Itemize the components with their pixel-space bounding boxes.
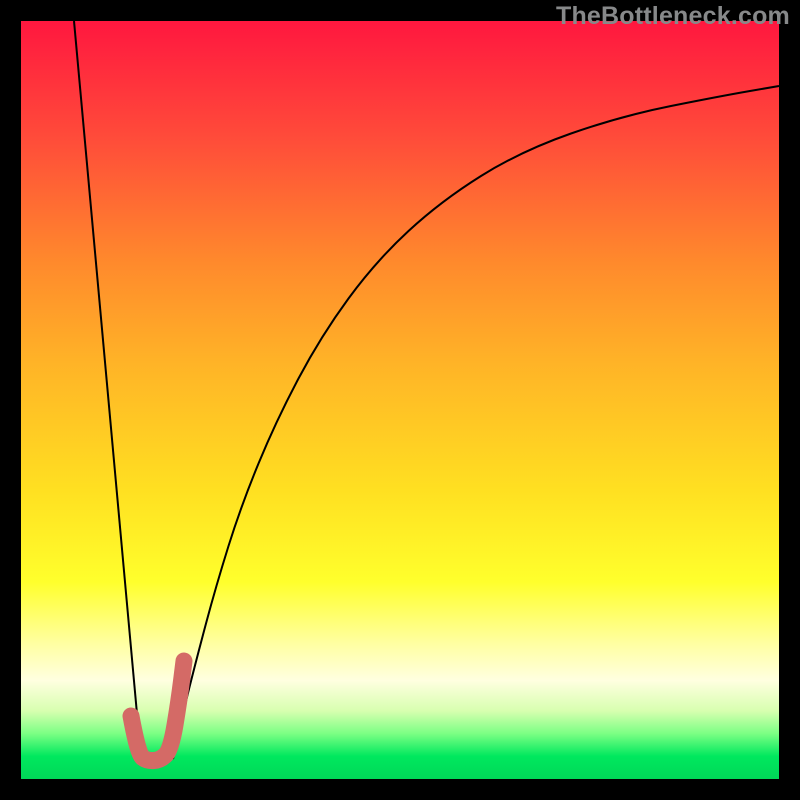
chart-svg: [21, 21, 779, 779]
plot-area: [21, 21, 779, 779]
series-right-rising-curve: [173, 86, 779, 759]
series-group: [74, 21, 779, 761]
series-left-descending-line: [74, 21, 141, 758]
series-hook-marker: [131, 661, 184, 761]
watermark-text: TheBottleneck.com: [556, 2, 790, 31]
chart-frame: TheBottleneck.com: [0, 0, 800, 800]
